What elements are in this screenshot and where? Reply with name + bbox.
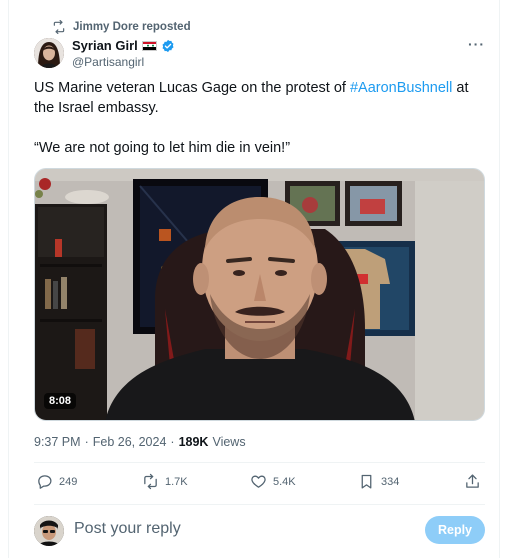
reply-input[interactable]: Post your reply — [74, 520, 181, 538]
tweet-text: US Marine veteran Lucas Gage on the prot… — [34, 78, 484, 158]
video-thumbnail — [35, 169, 484, 420]
share-action-button[interactable] — [464, 473, 481, 490]
post-time[interactable]: 9:37 PM — [34, 435, 81, 449]
video-player[interactable]: 8:08 — [34, 168, 485, 421]
divider — [34, 462, 485, 463]
repost-icon — [53, 20, 65, 34]
reply-count: 249 — [59, 475, 78, 488]
author-handle[interactable]: @Partisangirl — [72, 54, 175, 70]
heart-icon — [251, 475, 266, 488]
reply-icon — [38, 475, 52, 489]
meta-separator-2: · — [170, 435, 175, 449]
video-duration: 8:08 — [44, 393, 77, 409]
tweet-quote: “We are not going to let him die in vein… — [34, 140, 291, 156]
share-icon — [466, 474, 479, 488]
repost-text: Jimmy Dore reposted — [73, 21, 191, 33]
reply-action-button[interactable]: 249 — [36, 473, 77, 490]
repost-count: 1.7K — [165, 475, 188, 488]
repost-action-icon — [144, 473, 157, 490]
syria-flag-icon — [141, 40, 157, 51]
tweet-text-before: US Marine veteran Lucas Gage on the prot… — [34, 80, 350, 96]
like-count: 5.4K — [273, 475, 296, 488]
bookmark-action-button[interactable]: 334 — [358, 473, 399, 490]
divider-2 — [34, 504, 485, 505]
post-date[interactable]: Feb 26, 2024 — [93, 435, 167, 449]
user-avatar[interactable] — [34, 516, 64, 546]
action-bar: 249 1.7K 5.4K 334 — [34, 473, 485, 495]
repost-action-button[interactable]: 1.7K — [142, 473, 188, 490]
repost-indicator[interactable]: Jimmy Dore reposted — [52, 19, 191, 35]
verified-badge-icon — [162, 39, 174, 52]
hashtag-link[interactable]: #AaronBushnell — [350, 80, 452, 96]
views-count: 189K — [178, 435, 209, 449]
author-avatar[interactable] — [34, 38, 64, 68]
tweet-meta: 9:37 PM · Feb 26, 2024 · 189K Views — [34, 435, 246, 449]
reply-composer: Post your reply Reply — [34, 514, 485, 546]
author-name[interactable]: Syrian Girl — [72, 37, 138, 54]
meta-separator: · — [84, 435, 89, 449]
more-options-button[interactable]: ··· — [468, 36, 485, 52]
reply-button[interactable]: Reply — [425, 516, 485, 544]
author-block: Syrian Girl @Partisangirl — [72, 37, 175, 70]
bookmark-icon — [361, 474, 372, 489]
views-label: Views — [212, 435, 246, 449]
like-action-button[interactable]: 5.4K — [250, 473, 296, 490]
bookmark-count: 334 — [381, 475, 400, 488]
